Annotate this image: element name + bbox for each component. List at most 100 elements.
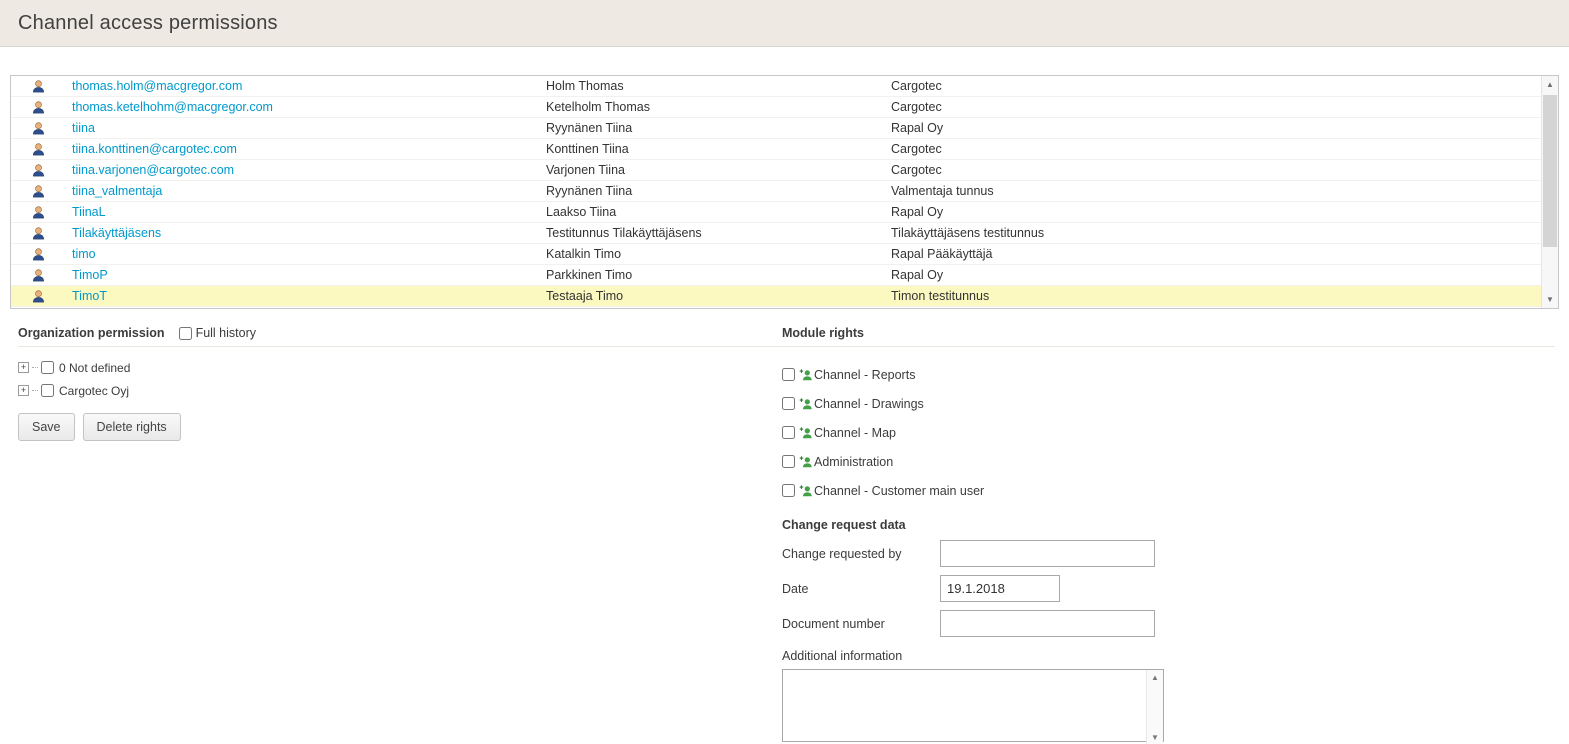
full-history-toggle[interactable]: Full history — [179, 326, 256, 340]
fullname-cell: Ketelholm Thomas — [546, 100, 891, 114]
username-link[interactable]: tiina_valmentaja — [72, 184, 546, 198]
scroll-down-button[interactable]: ▼ — [1542, 291, 1558, 308]
organization-permission-title: Organization permission — [18, 326, 165, 340]
document-number-input[interactable] — [940, 610, 1155, 637]
username-link[interactable]: Tilakäyttäjäsens — [72, 226, 546, 240]
module-rights-title: Module rights — [782, 326, 864, 340]
table-row[interactable]: tiina.konttinen@cargotec.com Konttinen T… — [11, 139, 1541, 160]
green-user-icon — [799, 484, 813, 498]
table-row[interactable]: TiinaL Laakso Tiina Rapal Oy — [11, 202, 1541, 223]
fullname-cell: Varjonen Tiina — [546, 163, 891, 177]
fullname-cell: Testitunnus Tilakäyttäjäsens — [546, 226, 891, 240]
table-row[interactable]: thomas.holm@macgregor.com Holm Thomas Ca… — [11, 76, 1541, 97]
table-row[interactable]: thomas.ketelhohm@macgregor.com Ketelholm… — [11, 97, 1541, 118]
full-history-checkbox[interactable] — [179, 327, 192, 340]
scroll-up-button[interactable]: ▲ — [1542, 76, 1558, 93]
username-link[interactable]: TimoP — [72, 268, 546, 282]
username-link[interactable]: TimoT — [72, 289, 546, 303]
user-icon — [31, 100, 46, 115]
module-checkbox[interactable] — [782, 368, 795, 381]
user-icon — [31, 79, 46, 94]
additional-information-label: Additional information — [782, 649, 1555, 663]
expand-icon[interactable]: + — [18, 362, 29, 373]
additional-information-textarea[interactable] — [782, 669, 1164, 742]
username-link[interactable]: tiina.varjonen@cargotec.com — [72, 163, 546, 177]
organization-permission-header: Organization permission Full history — [18, 326, 782, 347]
fullname-cell: Ryynänen Tiina — [546, 121, 891, 135]
change-request-title: Change request data — [782, 518, 1555, 532]
organization-cell: Rapal Oy — [891, 205, 1541, 219]
org-checkbox[interactable] — [41, 361, 54, 374]
full-history-label: Full history — [196, 326, 256, 340]
username-link[interactable]: thomas.ketelhohm@macgregor.com — [72, 100, 546, 114]
change-requested-by-input[interactable] — [940, 540, 1155, 567]
module-right-item[interactable]: Channel - Customer main user — [782, 476, 1555, 505]
organization-cell: Cargotec — [891, 142, 1541, 156]
organization-cell: Timon testitunnus — [891, 289, 1541, 303]
textarea-scroll-up-icon[interactable]: ▲ — [1151, 673, 1159, 682]
textarea-scroll-down-icon[interactable]: ▼ — [1151, 733, 1159, 742]
tree-connector — [32, 367, 38, 368]
table-row[interactable]: Tilakäyttäjäsens Testitunnus Tilakäyttäj… — [11, 223, 1541, 244]
tree-connector — [32, 390, 38, 391]
module-rights-panel: Module rights Channel - Reports — [782, 326, 1555, 744]
user-icon — [31, 247, 46, 262]
fullname-cell: Laakso Tiina — [546, 205, 891, 219]
textarea-scrollbar[interactable]: ▲ ▼ — [1146, 670, 1163, 744]
table-row[interactable]: tiina Ryynänen Tiina Rapal Oy — [11, 118, 1541, 139]
organization-cell: Rapal Oy — [891, 268, 1541, 282]
module-checkbox[interactable] — [782, 484, 795, 497]
module-right-item[interactable]: Channel - Drawings — [782, 389, 1555, 418]
organization-cell: Rapal Pääkäyttäjä — [891, 247, 1541, 261]
document-number-row: Document number — [782, 610, 1555, 637]
module-right-item[interactable]: Channel - Map — [782, 418, 1555, 447]
username-link[interactable]: thomas.holm@macgregor.com — [72, 79, 546, 93]
module-right-item[interactable]: Administration — [782, 447, 1555, 476]
org-checkbox[interactable] — [41, 384, 54, 397]
user-icon — [31, 205, 46, 220]
tree-node[interactable]: + 0 Not defined — [18, 356, 782, 379]
organization-tree: + 0 Not defined + Cargotec Oyj — [18, 356, 782, 402]
table-row[interactable]: TimoP Parkkinen Timo Rapal Oy — [11, 265, 1541, 286]
table-row[interactable]: TimoT Testaaja Timo Timon testitunnus — [11, 286, 1541, 307]
change-requested-by-label: Change requested by — [782, 547, 940, 561]
table-row[interactable]: tiina.varjonen@cargotec.com Varjonen Tii… — [11, 160, 1541, 181]
action-buttons: Save Delete rights — [18, 413, 782, 441]
module-right-item[interactable]: Channel - Reports — [782, 360, 1555, 389]
date-label: Date — [782, 582, 940, 596]
username-link[interactable]: timo — [72, 247, 546, 261]
table-row[interactable]: tiina_valmentaja Ryynänen Tiina Valmenta… — [11, 181, 1541, 202]
table-row[interactable]: timo Katalkin Timo Rapal Pääkäyttäjä — [11, 244, 1541, 265]
org-label: Cargotec Oyj — [59, 384, 129, 398]
save-button[interactable]: Save — [18, 413, 75, 441]
module-rights-header: Module rights — [782, 326, 1555, 347]
tree-node[interactable]: + Cargotec Oyj — [18, 379, 782, 402]
username-link[interactable]: TiinaL — [72, 205, 546, 219]
organization-cell: Cargotec — [891, 163, 1541, 177]
date-input[interactable] — [940, 575, 1060, 602]
organization-cell: Tilakäyttäjäsens testitunnus — [891, 226, 1541, 240]
fullname-cell: Holm Thomas — [546, 79, 891, 93]
scrollbar-thumb[interactable] — [1543, 95, 1557, 247]
module-checkbox[interactable] — [782, 455, 795, 468]
module-label: Administration — [814, 455, 893, 469]
expand-icon[interactable]: + — [18, 385, 29, 396]
username-link[interactable]: tiina.konttinen@cargotec.com — [72, 142, 546, 156]
module-label: Channel - Reports — [814, 368, 915, 382]
fullname-cell: Parkkinen Timo — [546, 268, 891, 282]
module-label: Channel - Drawings — [814, 397, 924, 411]
fullname-cell: Katalkin Timo — [546, 247, 891, 261]
green-user-icon — [799, 455, 813, 469]
green-user-icon — [799, 397, 813, 411]
user-icon — [31, 289, 46, 304]
detail-area: Organization permission Full history + 0… — [0, 326, 1569, 744]
page-title: Channel access permissions — [18, 12, 278, 35]
module-checkbox[interactable] — [782, 397, 795, 410]
module-checkbox[interactable] — [782, 426, 795, 439]
username-link[interactable]: tiina — [72, 121, 546, 135]
organization-cell: Valmentaja tunnus — [891, 184, 1541, 198]
delete-rights-button[interactable]: Delete rights — [83, 413, 181, 441]
module-label: Channel - Map — [814, 426, 896, 440]
page-header: Channel access permissions — [0, 0, 1569, 47]
table-scrollbar[interactable]: ▲ ▼ — [1541, 76, 1558, 308]
